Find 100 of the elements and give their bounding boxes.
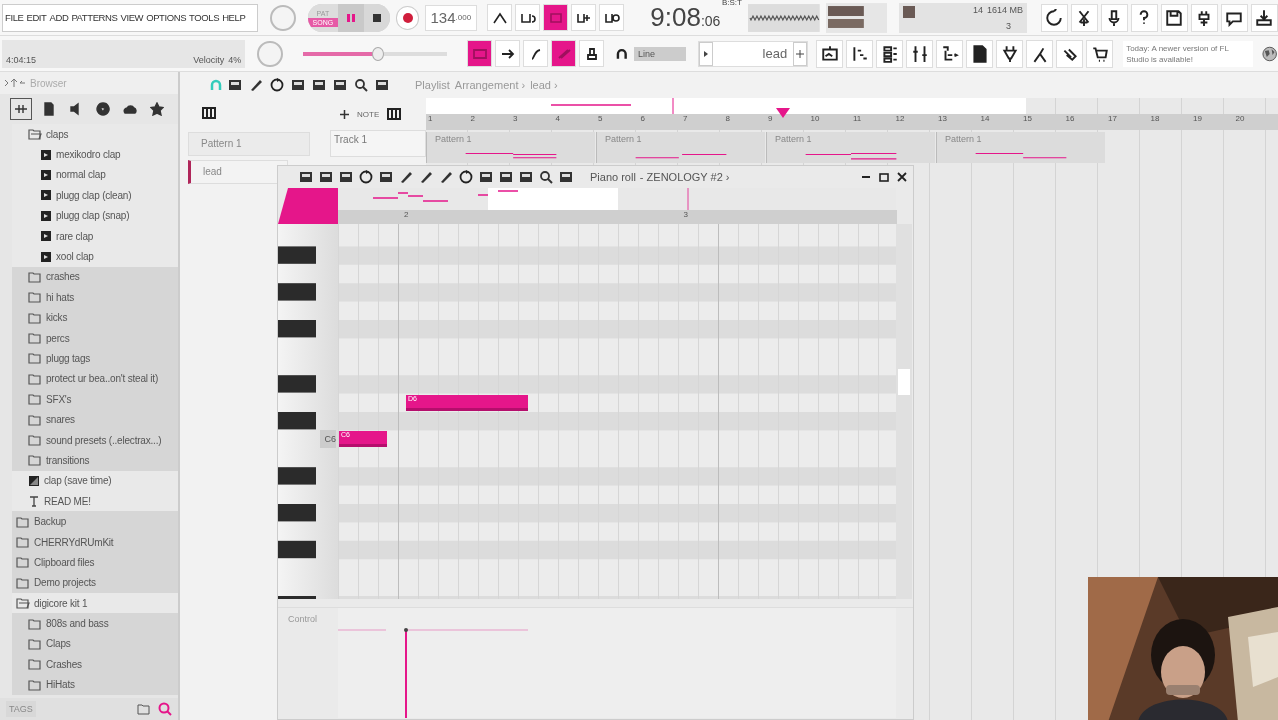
menu-item[interactable]: FILE <box>5 12 24 23</box>
microphone-button[interactable] <box>1100 3 1128 32</box>
audio-file-icon <box>40 209 52 222</box>
browser-item[interactable]: plugg tags <box>46 353 91 364</box>
browser-title: Browser <box>30 77 67 89</box>
channel-rack-button[interactable] <box>876 39 904 68</box>
cut-button[interactable] <box>1070 3 1098 32</box>
plug-button[interactable] <box>1190 3 1218 32</box>
browser-item[interactable]: READ ME! <box>44 495 91 507</box>
file-button[interactable] <box>966 39 994 68</box>
plugin-button[interactable] <box>996 39 1024 68</box>
browser-item[interactable]: Claps <box>46 638 71 650</box>
cart-button[interactable] <box>1086 39 1114 68</box>
pattern-arrow-button[interactable] <box>699 41 714 66</box>
toggle-button[interactable] <box>523 40 549 67</box>
piano-icon[interactable] <box>202 107 216 119</box>
toggle-button[interactable] <box>599 4 625 31</box>
zoom-icon[interactable] <box>353 77 369 93</box>
browser-item[interactable]: clap (save time) <box>44 475 112 487</box>
browser-item[interactable]: transitions <box>46 454 90 466</box>
toggle-button[interactable] <box>487 4 513 31</box>
browser-item[interactable]: SFX's <box>46 393 72 405</box>
toggle-button[interactable] <box>515 4 541 31</box>
snap-dropdown[interactable]: Line <box>633 46 687 61</box>
playlist-overview[interactable] <box>426 98 1026 114</box>
scrollbar[interactable] <box>896 224 912 599</box>
pattern-name[interactable]: lead <box>713 46 794 61</box>
browser-item[interactable]: HiHats <box>46 679 75 691</box>
song-time-ticks: :06 <box>700 13 721 29</box>
pen-button[interactable] <box>1026 39 1054 68</box>
menu-item[interactable]: ADD <box>49 12 69 23</box>
menu-item[interactable]: EDIT <box>26 12 47 23</box>
time-format-label[interactable]: B:S:T <box>721 0 742 7</box>
browser-item[interactable]: snares <box>46 414 75 426</box>
news-message[interactable]: Today: A newer version of FL Studio is available! <box>1123 40 1253 67</box>
stop-button[interactable] <box>363 3 390 32</box>
globe-icon <box>96 102 110 116</box>
playlist-button[interactable] <box>816 39 844 68</box>
add-pattern-button[interactable] <box>793 41 808 66</box>
help-button[interactable] <box>1130 3 1158 32</box>
browser-button[interactable] <box>936 39 964 68</box>
refresh-button[interactable] <box>1040 3 1068 32</box>
target-icon[interactable] <box>358 169 374 185</box>
track-header[interactable]: Track 1 <box>330 130 426 157</box>
record-button[interactable] <box>395 5 420 30</box>
globe-icon[interactable] <box>1260 44 1278 63</box>
pattern-item[interactable]: lead <box>188 160 288 184</box>
menu-item[interactable]: OPTIONS <box>146 12 187 23</box>
browser-item[interactable]: plugg clap (clean) <box>56 189 132 201</box>
chat-button[interactable] <box>1220 3 1248 32</box>
master-volume-slider[interactable] <box>302 45 448 62</box>
note-tool-label[interactable]: NOTE <box>357 109 380 119</box>
bar-number: 6 <box>639 114 646 125</box>
browser-item[interactable]: digicore kit 1 <box>34 597 88 609</box>
playhead-marker[interactable] <box>776 108 790 118</box>
bar-number: 9 <box>767 114 774 125</box>
toggle-button[interactable] <box>579 40 605 67</box>
toggle-button[interactable] <box>543 4 569 31</box>
toggle-button[interactable] <box>551 40 577 67</box>
close-icon[interactable] <box>897 172 907 182</box>
browser-item[interactable]: percs <box>46 332 70 344</box>
refresh-icon <box>1045 8 1064 27</box>
piano-icon[interactable] <box>387 108 402 120</box>
piano-roll-button[interactable] <box>846 39 874 68</box>
browser-item[interactable]: claps <box>46 128 69 140</box>
piano-keyboard[interactable]: C6 <box>278 224 338 599</box>
browser-item[interactable]: kicks <box>46 312 68 324</box>
star-tab[interactable] <box>147 99 167 119</box>
maximize-icon[interactable] <box>879 172 889 182</box>
browser-item[interactable]: rare clap <box>56 230 94 242</box>
browser-item[interactable]: mexikodro clap <box>56 149 121 161</box>
hand-button[interactable] <box>1056 39 1084 68</box>
menu-item[interactable]: VIEW <box>120 12 144 23</box>
download-button[interactable] <box>1250 3 1278 32</box>
key-label: C6 <box>320 430 336 449</box>
instrument-name[interactable]: - ZENOLOGY #2 › <box>639 171 730 183</box>
toggle-button[interactable] <box>571 4 597 31</box>
browser-item[interactable]: hi hats <box>46 291 75 303</box>
toggle-button[interactable] <box>467 40 493 67</box>
menu-item[interactable]: PATTERNS <box>71 12 118 23</box>
browser-item[interactable]: xool clap <box>56 251 94 263</box>
menu-item[interactable]: TOOLS <box>189 12 220 23</box>
browser-item[interactable]: plugg clap (snap) <box>56 210 130 222</box>
zoom-icon[interactable] <box>538 169 554 185</box>
folder-icon[interactable] <box>137 703 150 715</box>
search-icon[interactable] <box>158 702 172 716</box>
pencil-icon[interactable] <box>398 169 414 185</box>
globe-tab[interactable] <box>93 99 113 119</box>
pattern-item[interactable]: Pattern 1 <box>188 132 310 156</box>
plug-tab[interactable] <box>10 98 32 120</box>
mixer-button[interactable] <box>906 39 934 68</box>
toggle-button[interactable] <box>495 40 521 67</box>
browser-item[interactable]: Backup <box>34 516 67 528</box>
tool-corner-drawing[interactable] <box>278 188 338 224</box>
save-button[interactable] <box>1160 3 1188 32</box>
menu-item[interactable]: HELP <box>222 12 246 23</box>
browser-item[interactable]: crashes <box>46 271 80 283</box>
back-icon[interactable] <box>4 78 26 88</box>
browser-item[interactable]: normal clap <box>56 169 106 181</box>
browser-item[interactable]: Crashes <box>46 658 82 670</box>
